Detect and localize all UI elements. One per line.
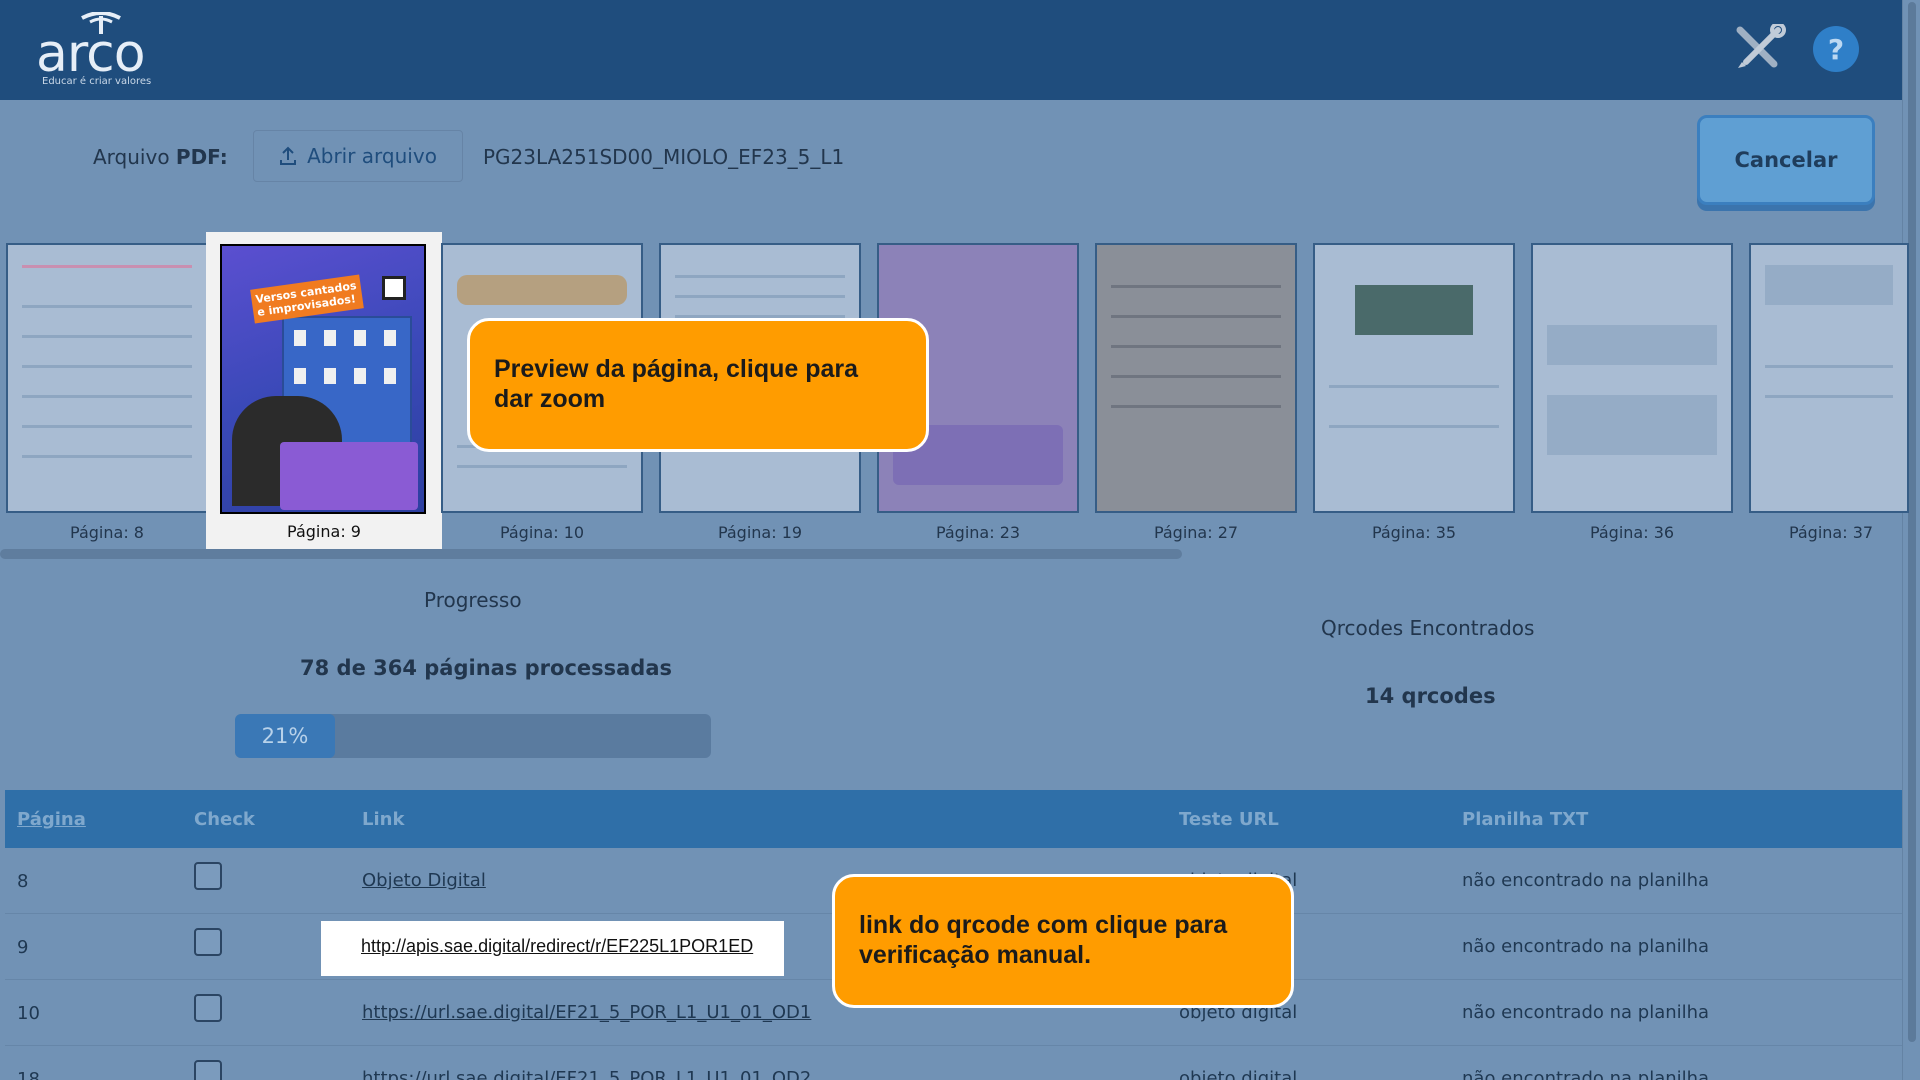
row-page: 9 xyxy=(17,937,29,958)
page-preview[interactable] xyxy=(1531,243,1733,513)
thumbnail-caption: Página: 23 xyxy=(935,523,1021,542)
row-link[interactable]: https://url.sae.digital/EF21_5_POR_L1_U1… xyxy=(362,1002,811,1023)
row-checkbox[interactable] xyxy=(194,1060,222,1080)
page-preview[interactable] xyxy=(1749,243,1909,513)
table-header: Página Check Link Teste URL Planilha TXT xyxy=(5,790,1902,848)
page-preview[interactable] xyxy=(1095,243,1297,513)
row-page: 10 xyxy=(17,1003,40,1024)
thumbnail-caption: Página: 9 xyxy=(287,522,361,541)
logo-tagline: Educar é criar valores xyxy=(42,76,152,87)
preview-tooltip: Preview da página, clique para dar zoom xyxy=(467,318,929,452)
qrcodes-count: 14 qrcodes xyxy=(1365,684,1496,708)
upload-icon xyxy=(280,146,297,165)
logo-text: arco xyxy=(36,24,146,84)
thumbnail-caption: Página: 8 xyxy=(70,523,144,542)
row-checkbox[interactable] xyxy=(194,994,222,1022)
top-header: arco Educar é criar valores ? xyxy=(0,0,1920,100)
progress-title: Progresso xyxy=(424,588,522,612)
arco-logo[interactable]: arco Educar é criar valores xyxy=(36,10,166,90)
row-link[interactable]: http://apis.sae.digital/redirect/r/EF225… xyxy=(361,936,753,957)
thumbnail-scrollbar[interactable] xyxy=(0,549,1182,559)
row-checkbox[interactable] xyxy=(194,928,222,956)
tools-icon[interactable] xyxy=(1734,24,1786,72)
thumbnail-page-9[interactable]: Versos cantados e improvisados! Página: … xyxy=(206,232,442,552)
column-header-page[interactable]: Página xyxy=(17,809,86,830)
progress-count: 78 de 364 páginas processadas xyxy=(300,656,673,680)
link-tooltip: link do qrcode com clique para verificaç… xyxy=(832,874,1294,1008)
open-file-label: Abrir arquivo xyxy=(307,144,437,168)
thumbnail-page-35[interactable]: Página: 35 xyxy=(1305,235,1523,550)
thumbnail-caption: Página: 35 xyxy=(1371,523,1457,542)
thumbnail-caption: Página: 10 xyxy=(499,523,585,542)
row-sheet-status: não encontrado na planilha xyxy=(1462,936,1710,957)
row-page: 18 xyxy=(17,1069,40,1080)
progress-fill: 21% xyxy=(235,714,335,758)
thumbnail-caption: Página: 19 xyxy=(717,523,803,542)
row-sheet-status: não encontrado na planilha xyxy=(1462,1068,1710,1080)
progress-bar: 21% xyxy=(235,714,711,758)
file-name: PG23LA251SD00_MIOLO_EF23_5_L1 xyxy=(483,145,845,169)
thumbnail-strip: Página: 8 Versos cantados e improvisados… xyxy=(0,232,1909,559)
thumbnail-page-8[interactable]: Página: 8 xyxy=(0,235,216,550)
cancel-button[interactable]: Cancelar xyxy=(1697,115,1875,205)
page-preview[interactable] xyxy=(1313,243,1515,513)
thumbnail-caption: Página: 27 xyxy=(1153,523,1239,542)
row-checkbox[interactable] xyxy=(194,862,222,890)
row-link[interactable]: Objeto Digital xyxy=(362,870,486,891)
thumbnail-page-27[interactable]: Página: 27 xyxy=(1087,235,1305,550)
qr-code-icon xyxy=(382,276,406,300)
table-row: 18 https://url.sae.digital/EF21_5_POR_L1… xyxy=(5,1046,1902,1080)
thumbnail-caption: Página: 37 xyxy=(1788,523,1874,542)
row-link[interactable]: https://url.sae.digital/EF21_5_POR_L1_U1… xyxy=(362,1068,811,1080)
row-page: 8 xyxy=(17,871,29,892)
open-file-button[interactable]: Abrir arquivo xyxy=(253,130,463,182)
column-header-test-url: Teste URL xyxy=(1179,809,1279,830)
thumbnail-page-37[interactable]: Página: 37 xyxy=(1741,235,1920,550)
thumbnail-page-36[interactable]: Página: 36 xyxy=(1523,235,1741,550)
page-preview-selected[interactable]: Versos cantados e improvisados! xyxy=(220,244,426,514)
column-header-sheet: Planilha TXT xyxy=(1462,809,1589,830)
row-sheet-status: não encontrado na planilha xyxy=(1462,1002,1710,1023)
qrcodes-title: Qrcodes Encontrados xyxy=(1321,616,1535,640)
thumbnail-caption: Página: 36 xyxy=(1589,523,1675,542)
page-preview[interactable] xyxy=(6,243,208,513)
column-header-link: Link xyxy=(362,809,405,830)
highlighted-qr-link[interactable]: http://apis.sae.digital/redirect/r/EF225… xyxy=(321,921,784,976)
file-label: Arquivo PDF: xyxy=(93,145,228,169)
row-sheet-status: não encontrado na planilha xyxy=(1462,870,1710,891)
column-header-check: Check xyxy=(194,809,255,830)
row-test-url: objeto digital xyxy=(1179,1068,1298,1080)
help-icon[interactable]: ? xyxy=(1813,26,1859,72)
